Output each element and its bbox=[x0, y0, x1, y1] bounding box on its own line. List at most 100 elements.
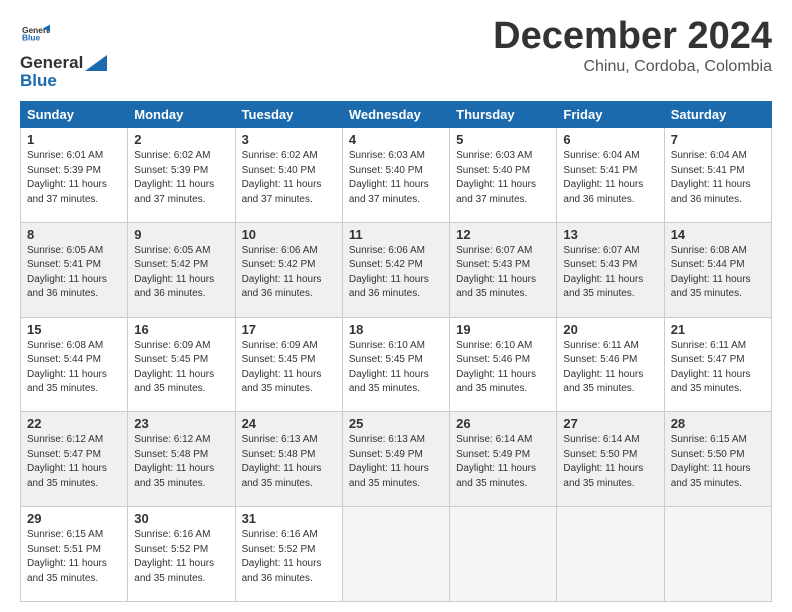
day-number: 23 bbox=[134, 416, 228, 431]
day-number: 6 bbox=[563, 132, 657, 147]
day-info: Sunrise: 6:15 AM Sunset: 5:50 PM Dayligh… bbox=[671, 433, 765, 491]
day-info: Sunrise: 6:13 AM Sunset: 5:48 PM Dayligh… bbox=[242, 433, 336, 491]
calendar-cell bbox=[557, 507, 664, 602]
day-number: 3 bbox=[242, 132, 336, 147]
day-number: 9 bbox=[134, 227, 228, 242]
day-info: Sunrise: 6:11 AM Sunset: 5:47 PM Dayligh… bbox=[671, 339, 765, 397]
calendar-cell: 12 Sunrise: 6:07 AM Sunset: 5:43 PM Dayl… bbox=[450, 222, 557, 317]
day-info: Sunrise: 6:12 AM Sunset: 5:47 PM Dayligh… bbox=[27, 433, 121, 491]
logo: General Blue General Blue bbox=[20, 20, 107, 91]
calendar-table: Sunday Monday Tuesday Wednesday Thursday… bbox=[20, 101, 772, 602]
calendar-week-row-1: 1 Sunrise: 6:01 AM Sunset: 5:39 PM Dayli… bbox=[21, 128, 772, 223]
calendar-cell: 6 Sunrise: 6:04 AM Sunset: 5:41 PM Dayli… bbox=[557, 128, 664, 223]
calendar-cell: 7 Sunrise: 6:04 AM Sunset: 5:41 PM Dayli… bbox=[664, 128, 771, 223]
day-info: Sunrise: 6:14 AM Sunset: 5:49 PM Dayligh… bbox=[456, 433, 550, 491]
calendar-cell: 26 Sunrise: 6:14 AM Sunset: 5:49 PM Dayl… bbox=[450, 412, 557, 507]
col-saturday: Saturday bbox=[664, 102, 771, 128]
day-info: Sunrise: 6:08 AM Sunset: 5:44 PM Dayligh… bbox=[27, 339, 121, 397]
day-number: 13 bbox=[563, 227, 657, 242]
logo-triangle bbox=[85, 55, 107, 71]
day-info: Sunrise: 6:14 AM Sunset: 5:50 PM Dayligh… bbox=[563, 433, 657, 491]
calendar-cell: 30 Sunrise: 6:16 AM Sunset: 5:52 PM Dayl… bbox=[128, 507, 235, 602]
day-number: 29 bbox=[27, 511, 121, 526]
day-number: 8 bbox=[27, 227, 121, 242]
col-friday: Friday bbox=[557, 102, 664, 128]
day-info: Sunrise: 6:01 AM Sunset: 5:39 PM Dayligh… bbox=[27, 149, 121, 207]
day-info: Sunrise: 6:05 AM Sunset: 5:42 PM Dayligh… bbox=[134, 244, 228, 302]
calendar-cell: 8 Sunrise: 6:05 AM Sunset: 5:41 PM Dayli… bbox=[21, 222, 128, 317]
calendar-cell: 3 Sunrise: 6:02 AM Sunset: 5:40 PM Dayli… bbox=[235, 128, 342, 223]
day-info: Sunrise: 6:04 AM Sunset: 5:41 PM Dayligh… bbox=[671, 149, 765, 207]
calendar-cell: 11 Sunrise: 6:06 AM Sunset: 5:42 PM Dayl… bbox=[342, 222, 449, 317]
col-monday: Monday bbox=[128, 102, 235, 128]
day-number: 26 bbox=[456, 416, 550, 431]
day-info: Sunrise: 6:10 AM Sunset: 5:45 PM Dayligh… bbox=[349, 339, 443, 397]
logo-general: General bbox=[20, 53, 83, 73]
day-info: Sunrise: 6:05 AM Sunset: 5:41 PM Dayligh… bbox=[27, 244, 121, 302]
calendar-cell: 9 Sunrise: 6:05 AM Sunset: 5:42 PM Dayli… bbox=[128, 222, 235, 317]
col-wednesday: Wednesday bbox=[342, 102, 449, 128]
calendar-cell: 28 Sunrise: 6:15 AM Sunset: 5:50 PM Dayl… bbox=[664, 412, 771, 507]
day-info: Sunrise: 6:09 AM Sunset: 5:45 PM Dayligh… bbox=[134, 339, 228, 397]
day-number: 17 bbox=[242, 322, 336, 337]
day-info: Sunrise: 6:10 AM Sunset: 5:46 PM Dayligh… bbox=[456, 339, 550, 397]
calendar-cell: 5 Sunrise: 6:03 AM Sunset: 5:40 PM Dayli… bbox=[450, 128, 557, 223]
calendar-cell: 17 Sunrise: 6:09 AM Sunset: 5:45 PM Dayl… bbox=[235, 317, 342, 412]
day-info: Sunrise: 6:13 AM Sunset: 5:49 PM Dayligh… bbox=[349, 433, 443, 491]
logo-icon: General Blue bbox=[22, 20, 50, 48]
day-number: 22 bbox=[27, 416, 121, 431]
day-number: 31 bbox=[242, 511, 336, 526]
svg-text:Blue: Blue bbox=[22, 33, 40, 43]
day-number: 21 bbox=[671, 322, 765, 337]
logo-blue: Blue bbox=[20, 71, 107, 91]
day-number: 30 bbox=[134, 511, 228, 526]
calendar-cell: 25 Sunrise: 6:13 AM Sunset: 5:49 PM Dayl… bbox=[342, 412, 449, 507]
header: General Blue General Blue December 2024 … bbox=[20, 16, 772, 91]
calendar-cell: 20 Sunrise: 6:11 AM Sunset: 5:46 PM Dayl… bbox=[557, 317, 664, 412]
day-info: Sunrise: 6:02 AM Sunset: 5:40 PM Dayligh… bbox=[242, 149, 336, 207]
calendar-cell: 13 Sunrise: 6:07 AM Sunset: 5:43 PM Dayl… bbox=[557, 222, 664, 317]
day-number: 24 bbox=[242, 416, 336, 431]
calendar-cell bbox=[342, 507, 449, 602]
day-number: 28 bbox=[671, 416, 765, 431]
calendar-week-row-4: 22 Sunrise: 6:12 AM Sunset: 5:47 PM Dayl… bbox=[21, 412, 772, 507]
calendar-cell: 18 Sunrise: 6:10 AM Sunset: 5:45 PM Dayl… bbox=[342, 317, 449, 412]
day-number: 5 bbox=[456, 132, 550, 147]
calendar-cell: 1 Sunrise: 6:01 AM Sunset: 5:39 PM Dayli… bbox=[21, 128, 128, 223]
calendar-cell: 16 Sunrise: 6:09 AM Sunset: 5:45 PM Dayl… bbox=[128, 317, 235, 412]
day-number: 14 bbox=[671, 227, 765, 242]
day-info: Sunrise: 6:08 AM Sunset: 5:44 PM Dayligh… bbox=[671, 244, 765, 302]
day-info: Sunrise: 6:03 AM Sunset: 5:40 PM Dayligh… bbox=[456, 149, 550, 207]
page: General Blue General Blue December 2024 … bbox=[0, 0, 792, 612]
calendar-cell: 27 Sunrise: 6:14 AM Sunset: 5:50 PM Dayl… bbox=[557, 412, 664, 507]
day-info: Sunrise: 6:16 AM Sunset: 5:52 PM Dayligh… bbox=[134, 528, 228, 586]
day-number: 10 bbox=[242, 227, 336, 242]
calendar-cell: 24 Sunrise: 6:13 AM Sunset: 5:48 PM Dayl… bbox=[235, 412, 342, 507]
day-number: 16 bbox=[134, 322, 228, 337]
calendar-cell: 14 Sunrise: 6:08 AM Sunset: 5:44 PM Dayl… bbox=[664, 222, 771, 317]
day-number: 7 bbox=[671, 132, 765, 147]
calendar-cell: 15 Sunrise: 6:08 AM Sunset: 5:44 PM Dayl… bbox=[21, 317, 128, 412]
day-info: Sunrise: 6:02 AM Sunset: 5:39 PM Dayligh… bbox=[134, 149, 228, 207]
calendar-cell bbox=[450, 507, 557, 602]
day-info: Sunrise: 6:06 AM Sunset: 5:42 PM Dayligh… bbox=[349, 244, 443, 302]
location: Chinu, Cordoba, Colombia bbox=[493, 58, 772, 76]
calendar-cell: 22 Sunrise: 6:12 AM Sunset: 5:47 PM Dayl… bbox=[21, 412, 128, 507]
day-info: Sunrise: 6:15 AM Sunset: 5:51 PM Dayligh… bbox=[27, 528, 121, 586]
day-number: 18 bbox=[349, 322, 443, 337]
col-sunday: Sunday bbox=[21, 102, 128, 128]
day-number: 19 bbox=[456, 322, 550, 337]
calendar-week-row-2: 8 Sunrise: 6:05 AM Sunset: 5:41 PM Dayli… bbox=[21, 222, 772, 317]
day-number: 2 bbox=[134, 132, 228, 147]
calendar-cell: 4 Sunrise: 6:03 AM Sunset: 5:40 PM Dayli… bbox=[342, 128, 449, 223]
calendar-cell: 21 Sunrise: 6:11 AM Sunset: 5:47 PM Dayl… bbox=[664, 317, 771, 412]
calendar-cell: 19 Sunrise: 6:10 AM Sunset: 5:46 PM Dayl… bbox=[450, 317, 557, 412]
col-tuesday: Tuesday bbox=[235, 102, 342, 128]
day-info: Sunrise: 6:11 AM Sunset: 5:46 PM Dayligh… bbox=[563, 339, 657, 397]
day-info: Sunrise: 6:03 AM Sunset: 5:40 PM Dayligh… bbox=[349, 149, 443, 207]
day-number: 12 bbox=[456, 227, 550, 242]
day-info: Sunrise: 6:12 AM Sunset: 5:48 PM Dayligh… bbox=[134, 433, 228, 491]
calendar-cell: 29 Sunrise: 6:15 AM Sunset: 5:51 PM Dayl… bbox=[21, 507, 128, 602]
day-number: 25 bbox=[349, 416, 443, 431]
day-info: Sunrise: 6:06 AM Sunset: 5:42 PM Dayligh… bbox=[242, 244, 336, 302]
